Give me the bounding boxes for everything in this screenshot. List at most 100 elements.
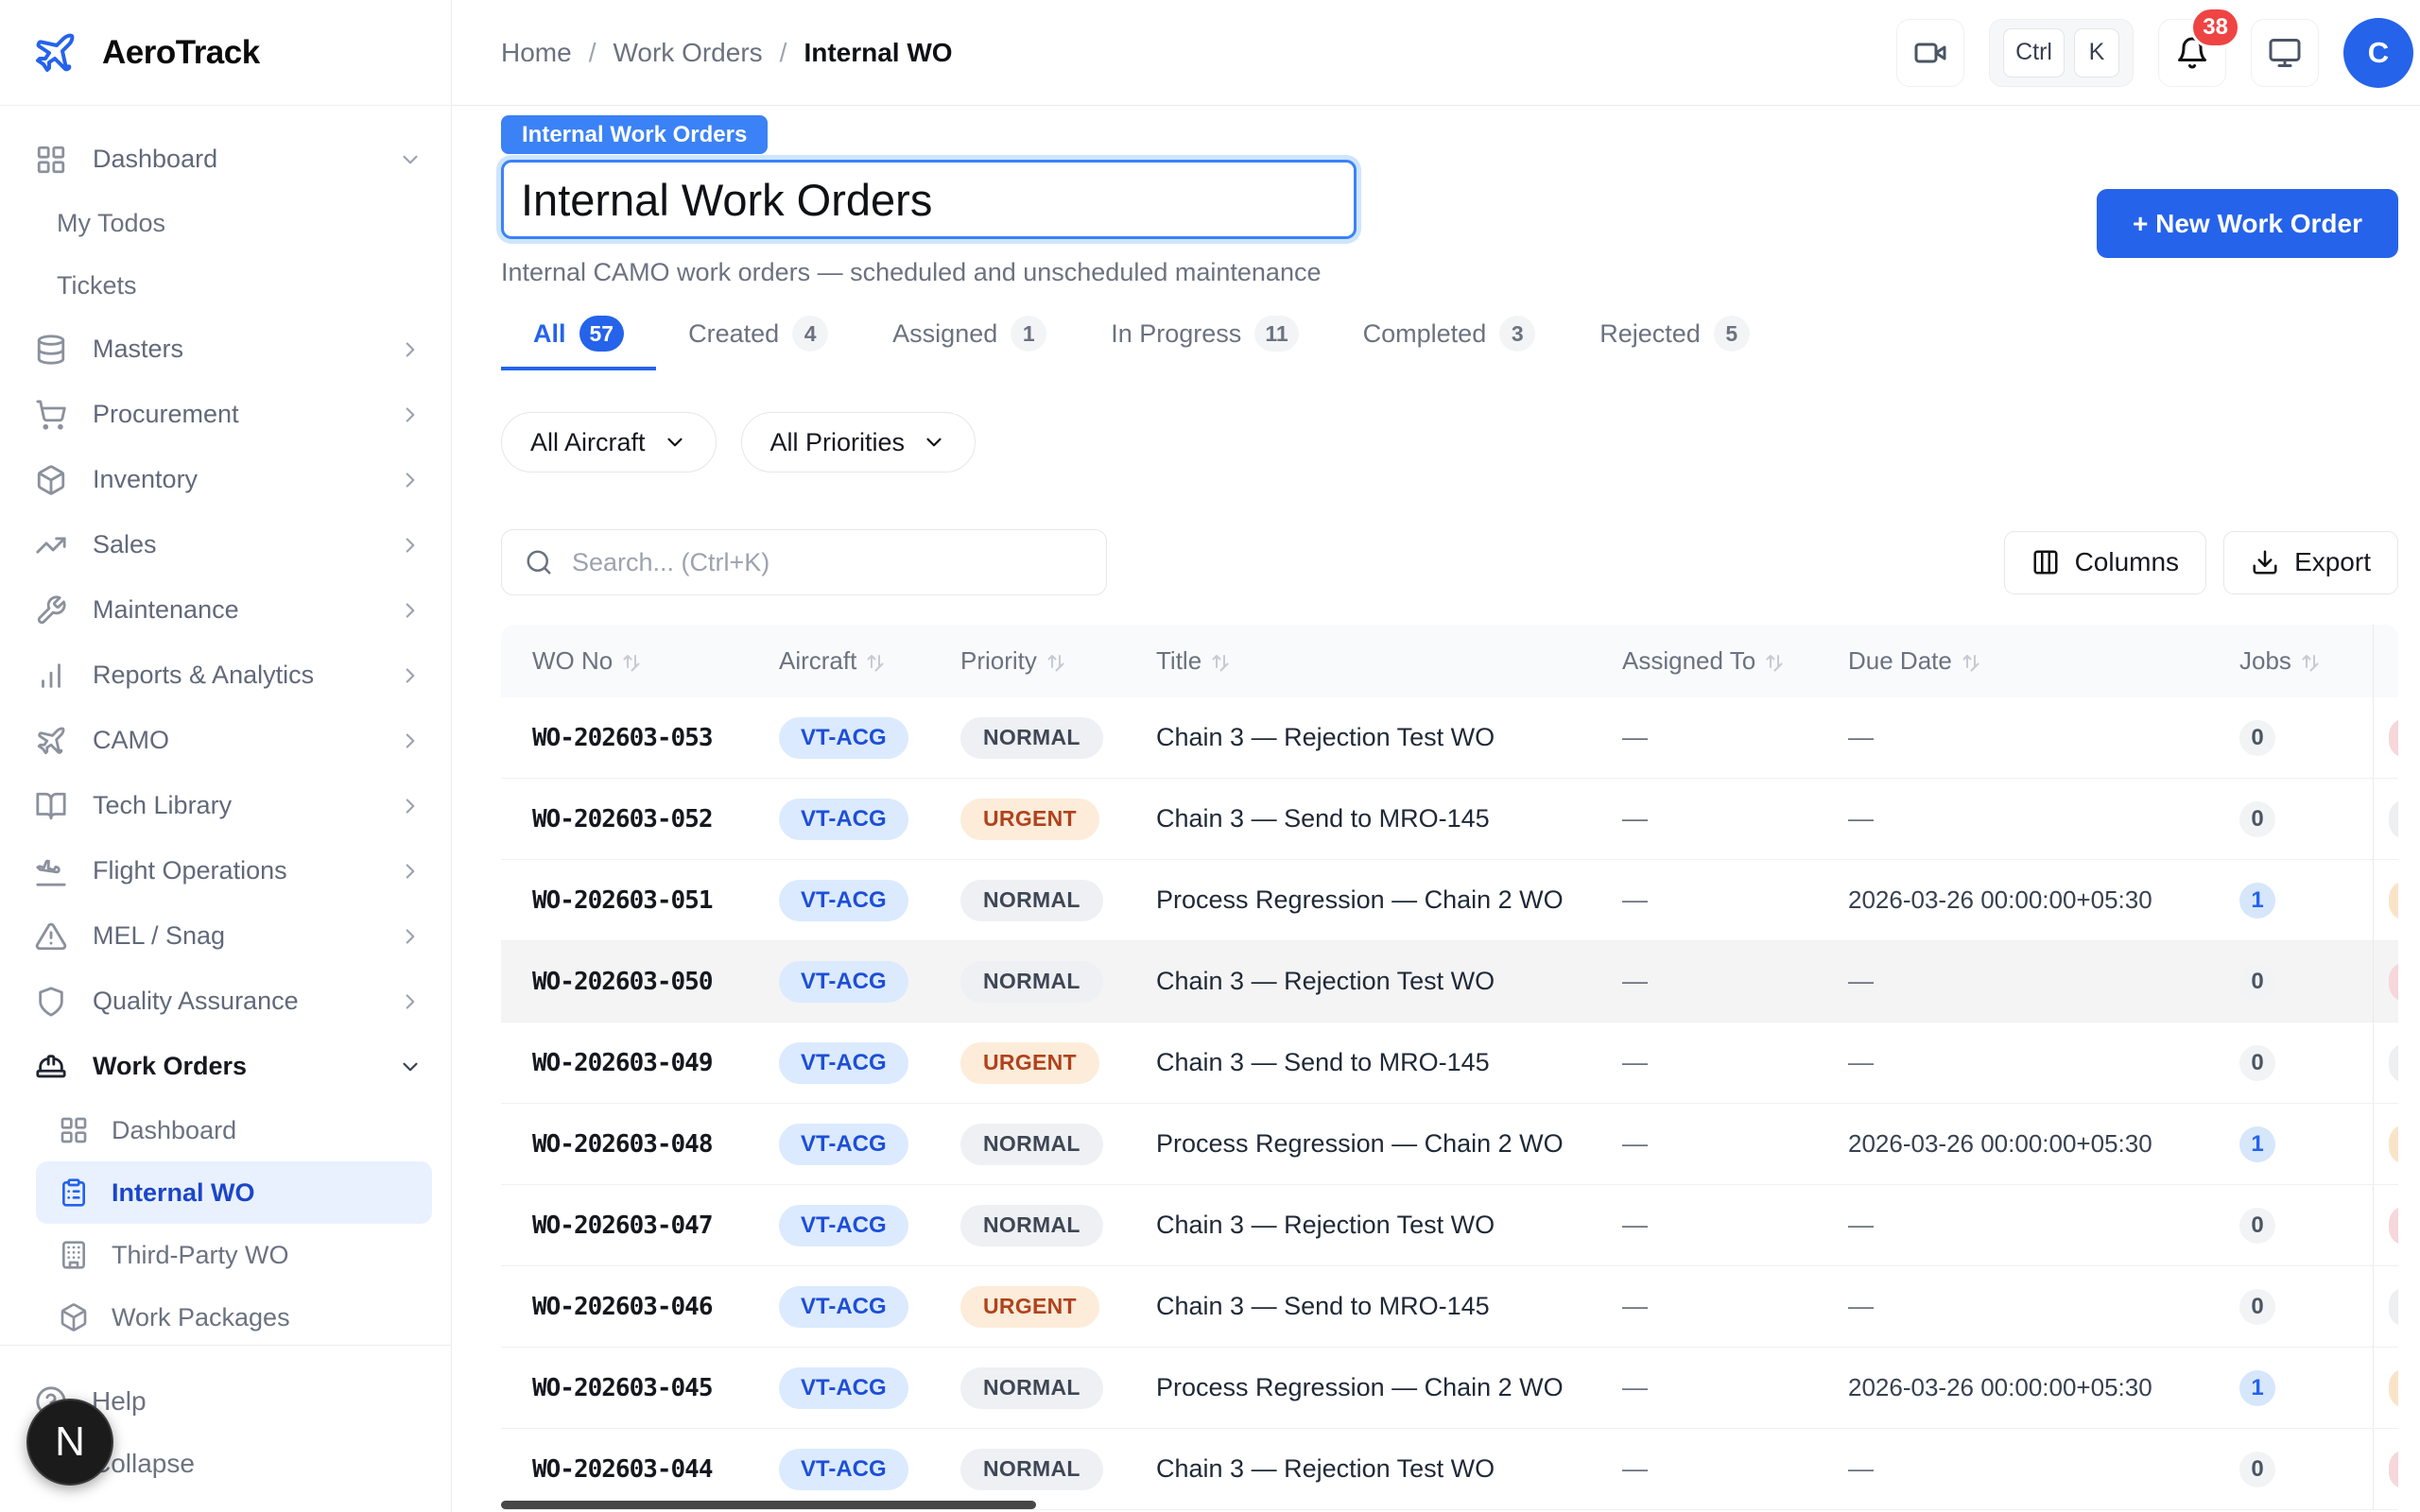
- sidebar: AeroTrack Dashboard My Todos Tickets Master…: [0, 0, 452, 1512]
- breadcrumb-home[interactable]: Home: [501, 38, 572, 68]
- sidebar-item-inventory[interactable]: Inventory: [0, 447, 451, 512]
- filter-all-priorities[interactable]: All Priorities: [741, 412, 977, 472]
- tab-created[interactable]: Created4: [656, 316, 860, 370]
- table-row[interactable]: WO-202603-050VT-ACGNORMALChain 3 — Rejec…: [501, 941, 2398, 1022]
- sidebar-subitem-my-todos[interactable]: My Todos: [0, 192, 451, 254]
- grid-icon: [59, 1115, 89, 1145]
- status-column-clipped: [2373, 860, 2398, 940]
- top-bar: Home / Work Orders / Internal WO Ctrl K: [452, 0, 2420, 106]
- sidebar-item-procurement[interactable]: Procurement: [0, 382, 451, 447]
- table-row[interactable]: WO-202603-048VT-ACGNORMALProcess Regress…: [501, 1104, 2398, 1185]
- table-row[interactable]: WO-202603-045VT-ACGNORMALProcess Regress…: [501, 1348, 2398, 1429]
- horizontal-scrollbar-thumb[interactable]: [501, 1501, 1036, 1509]
- new-work-order-button[interactable]: + New Work Order: [2097, 189, 2398, 258]
- wo-number: WO-202603-046: [532, 1293, 713, 1321]
- priority-badge: NORMAL: [960, 1205, 1103, 1246]
- assigned-to-value: —: [1622, 1129, 1648, 1158]
- due-date-value: —: [1848, 1048, 1874, 1076]
- sidebar-item-maintenance[interactable]: Maintenance: [0, 577, 451, 643]
- sidebar-item-sales[interactable]: Sales: [0, 512, 451, 577]
- display-button[interactable]: [2251, 19, 2319, 87]
- sidebar-subitem-internal-wo[interactable]: Internal WO: [36, 1161, 432, 1224]
- tab-count-badge: 1: [1011, 316, 1046, 352]
- wo-title: Chain 3 — Rejection Test WO: [1156, 967, 1495, 995]
- due-date-value: 2026-03-26 00:00:00+05:30: [1848, 1129, 2152, 1158]
- tab-in-progress[interactable]: In Progress11: [1079, 316, 1330, 370]
- filter-all-aircraft[interactable]: All Aircraft: [501, 412, 717, 472]
- tab-count-badge: 5: [1714, 316, 1750, 352]
- column-header-due-date[interactable]: Due Date: [1824, 646, 2221, 676]
- sidebar-item-camo[interactable]: CAMO: [0, 708, 451, 773]
- status-badge-sliver: [2389, 1287, 2398, 1327]
- column-header-wo-no[interactable]: WO No: [501, 646, 766, 676]
- table-row[interactable]: WO-202603-047VT-ACGNORMALChain 3 — Rejec…: [501, 1185, 2398, 1266]
- nextjs-dev-badge[interactable]: N: [26, 1399, 113, 1486]
- table-row[interactable]: WO-202603-046VT-ACGURGENTChain 3 — Send …: [501, 1266, 2398, 1348]
- sidebar-item-dashboard[interactable]: Dashboard: [0, 127, 451, 192]
- sidebar-subitem-dashboard[interactable]: Dashboard: [0, 1099, 451, 1161]
- sidebar-item-label: Quality Assurance: [93, 987, 372, 1016]
- sidebar-subitem-third-party-wo[interactable]: Third-Party WO: [0, 1224, 451, 1286]
- status-badge-sliver: [2389, 1043, 2398, 1083]
- page-content: Internal Work Orders Internal CAMO work …: [452, 106, 2420, 1512]
- chevron-right-icon: [398, 729, 423, 753]
- priority-badge: NORMAL: [960, 1367, 1103, 1409]
- table-row[interactable]: WO-202603-051VT-ACGNORMALProcess Regress…: [501, 860, 2398, 941]
- breadcrumb-work-orders[interactable]: Work Orders: [613, 38, 762, 68]
- status-column-clipped: [2373, 779, 2398, 859]
- video-button[interactable]: [1896, 19, 1964, 87]
- due-date-value: —: [1848, 1292, 1874, 1320]
- database-icon: [35, 334, 67, 366]
- column-header-priority[interactable]: Priority: [945, 646, 1134, 676]
- table-row[interactable]: WO-202603-049VT-ACGURGENTChain 3 — Send …: [501, 1022, 2398, 1104]
- columns-button[interactable]: Columns: [2004, 531, 2206, 594]
- tab-all[interactable]: All57: [501, 316, 656, 370]
- jobs-count-badge: 0: [2239, 1045, 2275, 1081]
- book-open-icon: [35, 790, 67, 822]
- notification-badge: 38: [2190, 7, 2240, 48]
- aircraft-badge: VT-ACG: [779, 880, 908, 921]
- sidebar-item-work-orders[interactable]: Work Orders: [0, 1034, 451, 1099]
- sidebar-item-label: Maintenance: [93, 595, 372, 625]
- avatar[interactable]: C: [2343, 18, 2413, 88]
- keyboard-shortcut[interactable]: Ctrl K: [1989, 19, 2134, 87]
- sidebar-item-masters[interactable]: Masters: [0, 317, 451, 382]
- package-icon: [59, 1302, 89, 1332]
- column-header-jobs[interactable]: Jobs: [2221, 646, 2373, 676]
- page-title-input[interactable]: [501, 160, 1357, 239]
- search-input[interactable]: [572, 548, 1083, 577]
- sidebar-subitem-work-packages[interactable]: Work Packages: [0, 1286, 451, 1345]
- sidebar-item-label: Dashboard: [93, 145, 372, 174]
- main-area: Home / Work Orders / Internal WO Ctrl K: [452, 0, 2420, 1512]
- table-row[interactable]: WO-202603-044VT-ACGNORMALChain 3 — Rejec…: [501, 1429, 2398, 1510]
- sidebar-item-tech-library[interactable]: Tech Library: [0, 773, 451, 838]
- assigned-to-value: —: [1622, 967, 1648, 995]
- sidebar-subitem-label: Tickets: [57, 271, 137, 301]
- column-header-assigned-to[interactable]: Assigned To: [1598, 646, 1824, 676]
- notifications-button[interactable]: 38: [2158, 19, 2226, 87]
- search-box[interactable]: [501, 529, 1107, 595]
- sidebar-item-reports-analytics[interactable]: Reports & Analytics: [0, 643, 451, 708]
- table-toolbar: Columns Export: [501, 529, 2398, 595]
- wo-number: WO-202603-052: [532, 805, 713, 833]
- export-button[interactable]: Export: [2223, 531, 2398, 594]
- column-header-aircraft[interactable]: Aircraft: [766, 646, 945, 676]
- table-row[interactable]: WO-202603-053VT-ACGNORMALChain 3 — Rejec…: [501, 697, 2398, 779]
- column-header-title[interactable]: Title: [1134, 646, 1598, 676]
- app-logo[interactable]: AeroTrack: [0, 0, 451, 106]
- sidebar-item-mel-snag[interactable]: MEL / Snag: [0, 903, 451, 969]
- tab-completed[interactable]: Completed3: [1331, 316, 1568, 370]
- sidebar-item-flight-operations[interactable]: Flight Operations: [0, 838, 451, 903]
- status-column-clipped: [2373, 941, 2398, 1022]
- due-date-value: 2026-03-26 00:00:00+05:30: [1848, 1373, 2152, 1401]
- sidebar-subitem-label: Work Packages: [112, 1303, 290, 1332]
- due-date-value: —: [1848, 723, 1874, 751]
- tab-rejected[interactable]: Rejected5: [1567, 316, 1782, 370]
- filters-row: All Aircraft All Priorities: [501, 412, 2398, 472]
- sidebar-subitem-tickets[interactable]: Tickets: [0, 254, 451, 317]
- chevron-down-icon: [922, 430, 946, 455]
- table-row[interactable]: WO-202603-052VT-ACGURGENTChain 3 — Send …: [501, 779, 2398, 860]
- page-type-badge: Internal Work Orders: [501, 115, 768, 154]
- tab-assigned[interactable]: Assigned1: [860, 316, 1079, 370]
- sidebar-item-quality-assurance[interactable]: Quality Assurance: [0, 969, 451, 1034]
